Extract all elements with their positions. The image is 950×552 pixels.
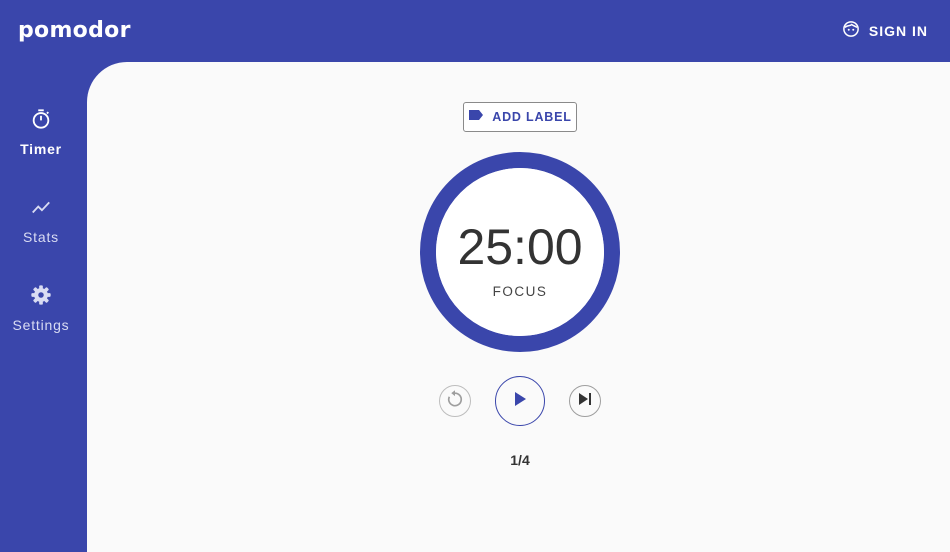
add-label-button[interactable]: ADD LABEL <box>463 102 577 132</box>
sidebar-item-settings[interactable]: Settings <box>0 273 82 343</box>
session-counter: 1/4 <box>510 452 530 468</box>
sidebar-item-label: Timer <box>20 140 62 157</box>
sidebar-item-timer[interactable]: Timer <box>0 97 82 167</box>
user-face-icon <box>842 20 860 43</box>
timer-display: 25:00 <box>457 219 583 275</box>
main-panel: ADD LABEL 25:00 FOCUS 1/4 <box>87 62 950 552</box>
trending-up-icon <box>30 196 52 223</box>
sign-in-button[interactable]: SIGN IN <box>842 18 928 44</box>
app-logo[interactable]: pomodor <box>18 14 131 48</box>
skip-next-icon <box>577 392 593 411</box>
play-button[interactable] <box>495 376 545 426</box>
restart-icon <box>445 389 465 414</box>
top-bar: pomodor SIGN IN <box>0 0 950 62</box>
gear-icon <box>30 284 52 311</box>
timer-mode-label: FOCUS <box>492 284 548 299</box>
sign-in-label: SIGN IN <box>868 23 928 39</box>
timer-dial: 25:00 FOCUS <box>420 152 620 352</box>
play-icon <box>513 391 527 412</box>
sidebar-item-label: Settings <box>12 316 70 333</box>
reset-button[interactable] <box>439 385 471 417</box>
label-tag-icon <box>468 108 484 126</box>
sidebar-item-label: Stats <box>23 228 59 245</box>
skip-button[interactable] <box>569 385 601 417</box>
sidebar-item-stats[interactable]: Stats <box>0 185 82 255</box>
logo-text: pomodor <box>18 18 131 43</box>
stopwatch-icon <box>30 108 52 135</box>
sidebar-nav: Timer Stats Settings <box>0 62 87 552</box>
add-label-text: ADD LABEL <box>492 110 572 124</box>
